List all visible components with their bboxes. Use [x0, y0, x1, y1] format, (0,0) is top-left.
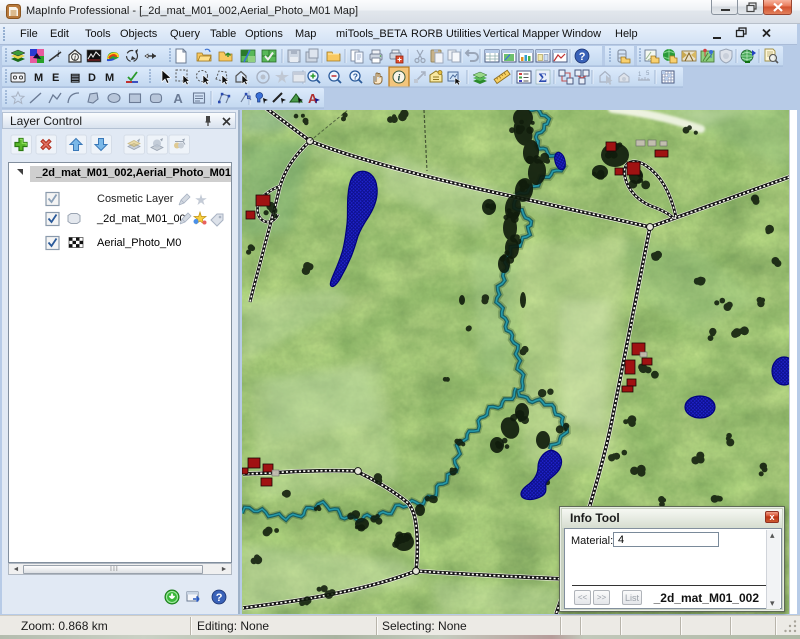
svg-text:i: i	[398, 74, 401, 84]
svg-text:E: E	[52, 72, 59, 84]
svg-text:Σ: Σ	[539, 70, 548, 85]
svg-text:▤: ▤	[70, 72, 80, 84]
svg-text:i: i	[74, 53, 76, 62]
svg-text:M: M	[105, 72, 114, 84]
svg-text:D: D	[88, 72, 96, 84]
svg-text:?: ?	[579, 51, 586, 63]
svg-text:M: M	[34, 72, 43, 84]
svg-text:A: A	[308, 91, 318, 106]
svg-text:?: ?	[216, 592, 223, 604]
svg-text:?: ?	[353, 71, 358, 81]
svg-text:A: A	[173, 91, 183, 106]
